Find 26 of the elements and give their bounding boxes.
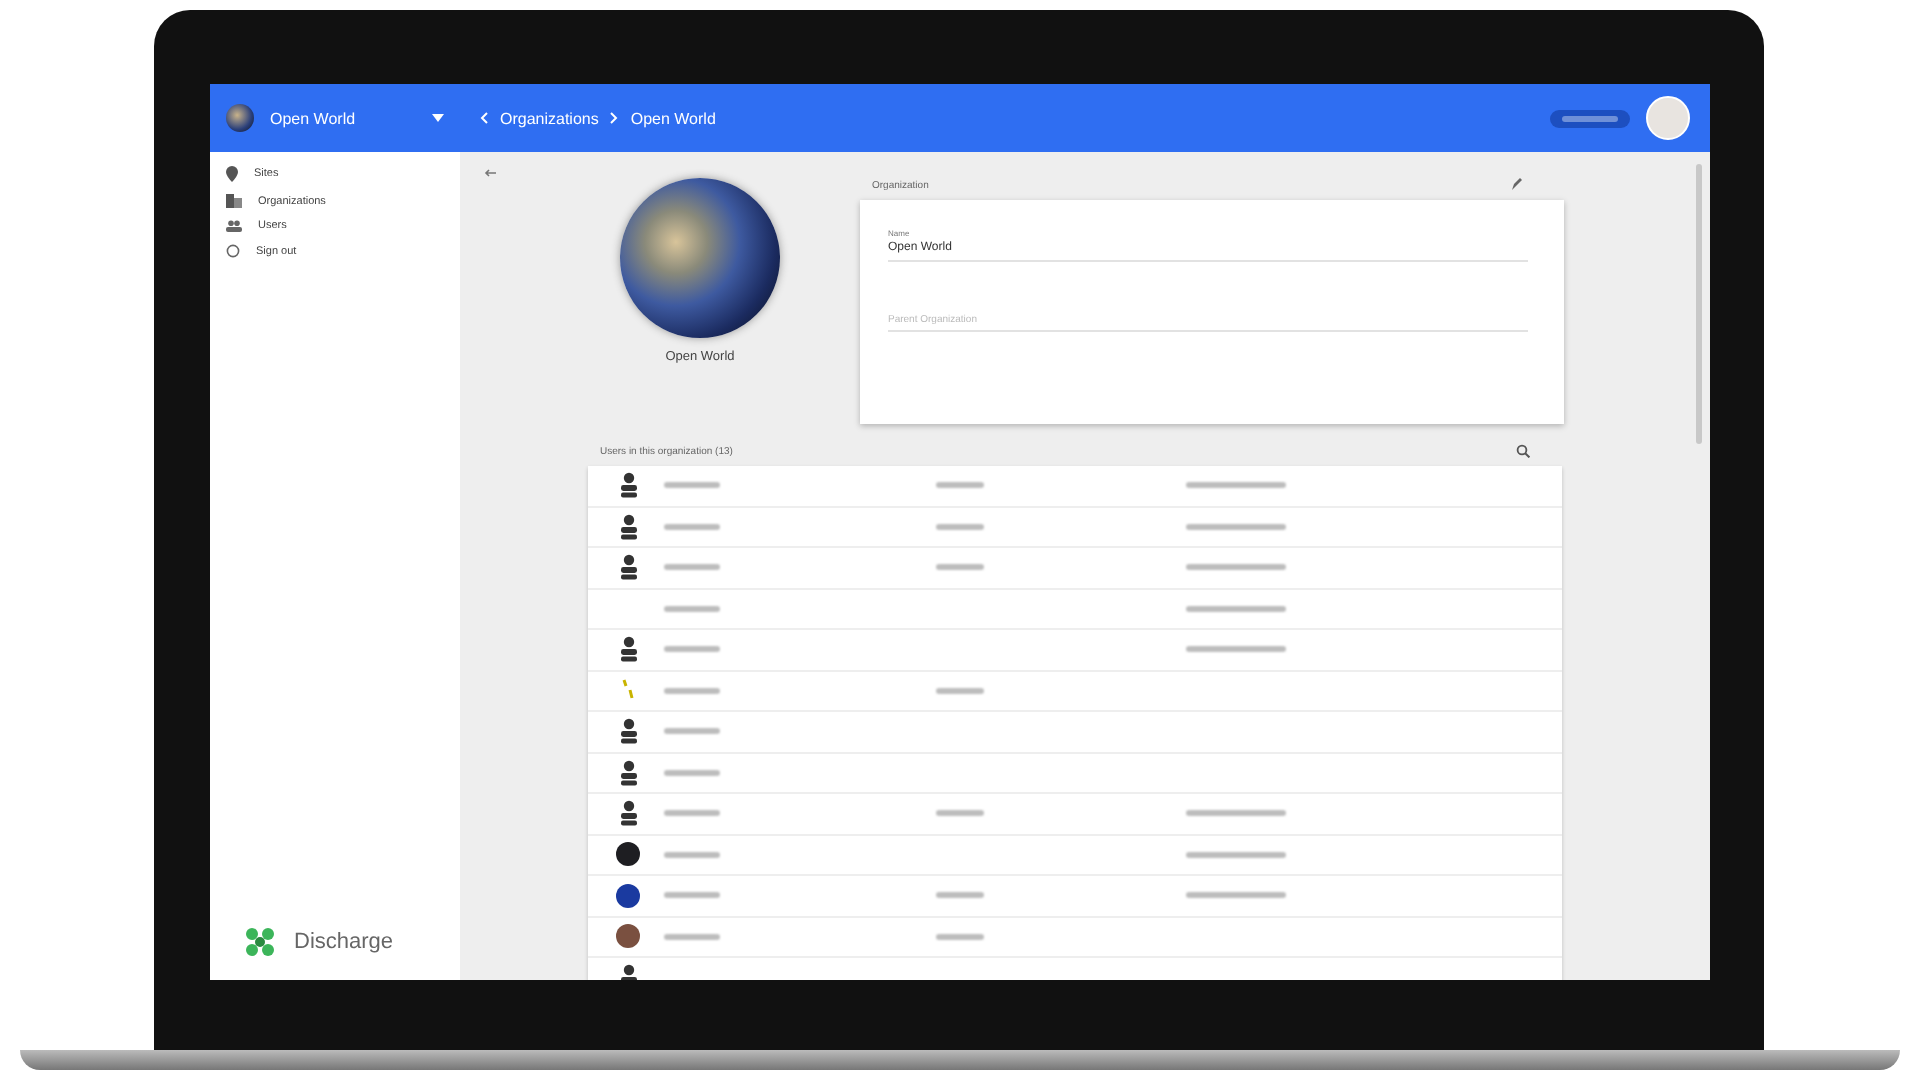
breadcrumb-link[interactable]: Organizations xyxy=(500,109,599,127)
chevron-right-icon xyxy=(610,112,619,124)
building-icon xyxy=(226,194,242,208)
back-arrow-icon[interactable] xyxy=(480,168,500,182)
globe-avatar xyxy=(226,104,254,132)
scrollbar[interactable] xyxy=(1696,164,1702,444)
user-avatar[interactable] xyxy=(1646,96,1690,140)
person-icon xyxy=(619,636,637,663)
pencil-icon[interactable] xyxy=(1510,178,1524,192)
search-icon[interactable] xyxy=(1516,444,1530,458)
person-icon xyxy=(619,800,637,827)
organization-name[interactable]: Open World xyxy=(270,109,356,127)
person-icon xyxy=(619,554,637,581)
power-icon xyxy=(226,244,240,258)
person-icon xyxy=(619,513,637,540)
person-icon xyxy=(619,472,637,499)
brand-logo-icon xyxy=(242,924,278,960)
person-icon xyxy=(619,718,637,745)
person-icon xyxy=(619,759,637,786)
chevron-left-icon[interactable] xyxy=(480,112,488,124)
caret-icon[interactable] xyxy=(432,114,444,122)
brand-name: Discharge xyxy=(294,930,394,954)
account-button[interactable] xyxy=(1550,109,1630,127)
breadcrumb-link[interactable]: Open World xyxy=(630,109,716,127)
people-icon xyxy=(226,220,242,232)
pin-icon xyxy=(226,166,238,182)
